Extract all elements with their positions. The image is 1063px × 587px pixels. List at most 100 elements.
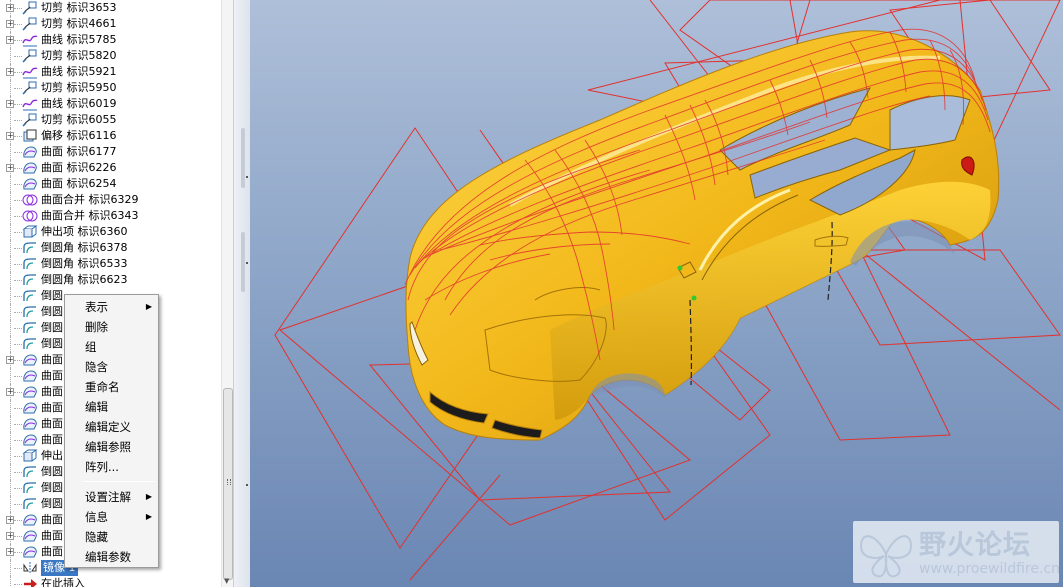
tree-connector [14,216,22,217]
protrusion-icon [22,449,38,463]
tree-item[interactable]: 曲线 标识5785 [0,32,220,48]
curve-icon [22,65,38,79]
tree-connector [10,112,11,128]
tree-connector [14,8,22,9]
expand-toggle-icon[interactable] [6,516,14,524]
tree-connector [10,48,11,64]
expand-toggle-icon[interactable] [6,548,14,556]
tree-item-label: 倒圆 [41,337,63,350]
panel-splitter[interactable] [233,0,250,587]
tree-item-label: 倒圆角 标识6378 [41,241,128,254]
tree-item[interactable]: 曲面 标识6254 [0,176,220,192]
tree-item[interactable]: 偏移 标识6116 [0,128,220,144]
insert-here-icon [22,577,38,587]
tree-item-label: 曲面 [41,529,63,542]
tree-item[interactable]: 倒圆角 标识6378 [0,240,220,256]
context-menu-item[interactable]: 编辑参照 [66,437,157,457]
tree-item[interactable]: 倒圆角 标识6533 [0,256,220,272]
tree-item-label: 曲面 [41,369,63,382]
tree-item-label: 伸出项 标识6360 [41,225,128,238]
tree-connector [14,504,22,505]
context-menu-item[interactable]: 删除 [66,317,157,337]
expand-toggle-icon[interactable] [6,164,14,172]
splitter-grip[interactable] [241,232,245,292]
tree-item[interactable]: 在此插入 [0,576,220,587]
tree-connector [14,328,22,329]
context-menu-item[interactable]: 编辑定义 [66,417,157,437]
tree-connector [14,424,22,425]
tree-item[interactable]: 曲面合并 标识6343 [0,208,220,224]
context-menu-item[interactable]: 隐藏 [66,527,157,547]
tree-item[interactable]: 曲线 标识6019 [0,96,220,112]
expand-toggle-icon[interactable] [6,132,14,140]
tree-item[interactable]: 曲面 标识6177 [0,144,220,160]
context-menu-item[interactable]: 设置注解 ▶ [66,487,157,507]
tree-vertical-scrollbar[interactable]: ▼ [221,0,233,587]
tree-item[interactable]: 曲面合并 标识6329 [0,192,220,208]
tree-item[interactable]: 切剪 标识3653 [0,0,220,16]
context-menu-item[interactable]: 隐含 [66,357,157,377]
tree-item-label: 倒圆 [41,305,63,318]
mirror-icon [22,561,38,575]
tree-item[interactable]: 倒圆角 标识6623 [0,272,220,288]
tree-item-label: 曲面 [41,545,63,558]
tree-connector [10,288,11,304]
context-menu-item[interactable]: 表示 ▶ [66,297,157,317]
graphics-viewport[interactable] [250,0,1063,587]
tree-scrollbar-thumb[interactable] [223,388,233,580]
tree-item-label: 曲面合并 标识6329 [41,193,139,206]
context-menu-item[interactable]: 阵列... [66,457,157,477]
tree-connector [14,488,22,489]
tree-item[interactable]: 伸出项 标识6360 [0,224,220,240]
tree-item[interactable]: 曲线 标识5921 [0,64,220,80]
tree-connector [14,584,22,585]
tree-connector [14,88,22,89]
tree-item[interactable]: 曲面 标识6226 [0,160,220,176]
tree-connector [14,152,22,153]
context-menu-item[interactable]: 组 [66,337,157,357]
tree-connector [14,568,22,569]
tree-item[interactable]: 切剪 标识6055 [0,112,220,128]
scroll-down-arrow-icon[interactable]: ▼ [224,577,229,585]
expand-toggle-icon[interactable] [6,20,14,28]
expand-toggle-icon[interactable] [6,532,14,540]
tree-connector [10,368,11,384]
tree-connector [14,232,22,233]
round-icon [22,289,38,303]
tree-item-label: 曲面 标识6177 [41,145,117,158]
context-menu-item-label: 信息 [85,510,108,524]
watermark-url: www.proewildfire.cn [919,561,1061,577]
curve-icon [22,33,38,47]
tree-connector [10,192,11,208]
context-menu-item[interactable]: 编辑参数 [66,547,157,567]
tree-item-label: 曲面 [41,433,63,446]
tree-item[interactable]: 切剪 标识4661 [0,16,220,32]
expand-toggle-icon[interactable] [6,68,14,76]
protrusion-icon [22,225,38,239]
surface-icon [22,161,38,175]
expand-toggle-icon[interactable] [6,4,14,12]
tree-connector [10,240,11,256]
context-menu-item-label: 设置注解 [85,490,131,504]
tree-connector [10,496,11,512]
tree-connector [14,104,22,105]
tree-connector [10,304,11,320]
expand-toggle-icon[interactable] [6,100,14,108]
expand-toggle-icon[interactable] [6,36,14,44]
tree-connector [14,536,22,537]
surface-icon [22,145,38,159]
car-model-scene[interactable] [250,0,1063,587]
tree-connector [10,480,11,496]
tree-connector [14,440,22,441]
splitter-grip[interactable] [241,128,245,188]
round-icon [22,321,38,335]
expand-toggle-icon[interactable] [6,356,14,364]
context-menu-item[interactable]: 信息 ▶ [66,507,157,527]
tree-item[interactable]: 切剪 标识5950 [0,80,220,96]
context-menu-item[interactable]: 重命名 [66,377,157,397]
splitter-dot-icon [246,262,248,264]
tree-item[interactable]: 切剪 标识5820 [0,48,220,64]
context-menu-item[interactable]: 编辑 [66,397,157,417]
expand-toggle-icon[interactable] [6,388,14,396]
tree-item-label: 曲面 标识6226 [41,161,117,174]
